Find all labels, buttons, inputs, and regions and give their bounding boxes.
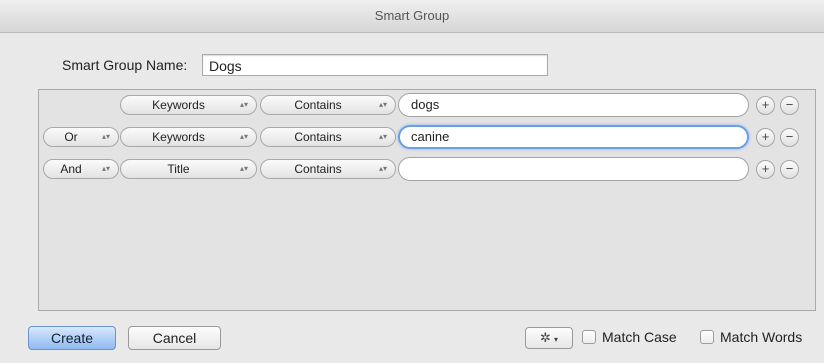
field-popup[interactable]: Title ▴▾: [120, 159, 257, 179]
popup-arrows-icon: ▴▾: [101, 164, 110, 173]
cancel-button[interactable]: Cancel: [128, 326, 221, 350]
conjunction-popup-label: And: [60, 162, 82, 176]
add-criteria-button[interactable]: +: [756, 160, 775, 179]
criteria-value-input[interactable]: [398, 157, 749, 181]
window-title: Smart Group: [0, 0, 824, 33]
match-case-label: Match Case: [602, 329, 677, 345]
add-criteria-button[interactable]: +: [756, 96, 775, 115]
operator-popup[interactable]: Contains ▴▾: [260, 159, 396, 179]
add-criteria-button[interactable]: +: [756, 128, 775, 147]
smart-group-name-label: Smart Group Name:: [62, 57, 188, 73]
criteria-value-input[interactable]: dogs: [398, 93, 749, 117]
operator-popup-label: Contains: [294, 98, 342, 112]
operator-popup-label: Contains: [294, 130, 342, 144]
field-popup-label: Keywords: [152, 130, 205, 144]
operator-popup[interactable]: Contains ▴▾: [260, 95, 396, 115]
popup-arrows-icon: ▴▾: [378, 132, 387, 141]
operator-popup[interactable]: Contains ▴▾: [260, 127, 396, 147]
remove-criteria-button[interactable]: −: [780, 160, 799, 179]
remove-criteria-button[interactable]: −: [780, 96, 799, 115]
field-popup[interactable]: Keywords ▴▾: [120, 127, 257, 147]
conjunction-popup[interactable]: Or ▴▾: [43, 127, 119, 147]
criteria-list: Keywords ▴▾ Contains ▴▾ dogs + − Or ▴▾ K…: [38, 89, 816, 311]
conjunction-popup[interactable]: And ▴▾: [43, 159, 119, 179]
popup-arrows-icon: ▴▾: [239, 100, 248, 109]
field-popup-label: Title: [167, 162, 190, 176]
smart-group-name-input[interactable]: Dogs: [202, 54, 548, 76]
conjunction-popup-label: Or: [64, 130, 78, 144]
field-popup[interactable]: Keywords ▴▾: [120, 95, 257, 115]
popup-arrows-icon: ▴▾: [239, 132, 248, 141]
gear-icon: ✲: [540, 330, 551, 345]
field-popup-label: Keywords: [152, 98, 205, 112]
popup-arrows-icon: ▴▾: [101, 132, 110, 141]
match-case-checkbox[interactable]: [582, 330, 596, 344]
popup-arrows-icon: ▴▾: [378, 100, 387, 109]
chevron-down-icon: ▾: [553, 335, 558, 344]
match-words-label: Match Words: [720, 329, 803, 345]
operator-popup-label: Contains: [294, 162, 342, 176]
create-button[interactable]: Create: [28, 326, 116, 350]
match-words-checkbox[interactable]: [700, 330, 714, 344]
remove-criteria-button[interactable]: −: [780, 128, 799, 147]
popup-arrows-icon: ▴▾: [239, 164, 248, 173]
criteria-value-input[interactable]: canine: [398, 125, 749, 149]
action-menu-button[interactable]: ✲ ▾: [525, 327, 573, 349]
popup-arrows-icon: ▴▾: [378, 164, 387, 173]
